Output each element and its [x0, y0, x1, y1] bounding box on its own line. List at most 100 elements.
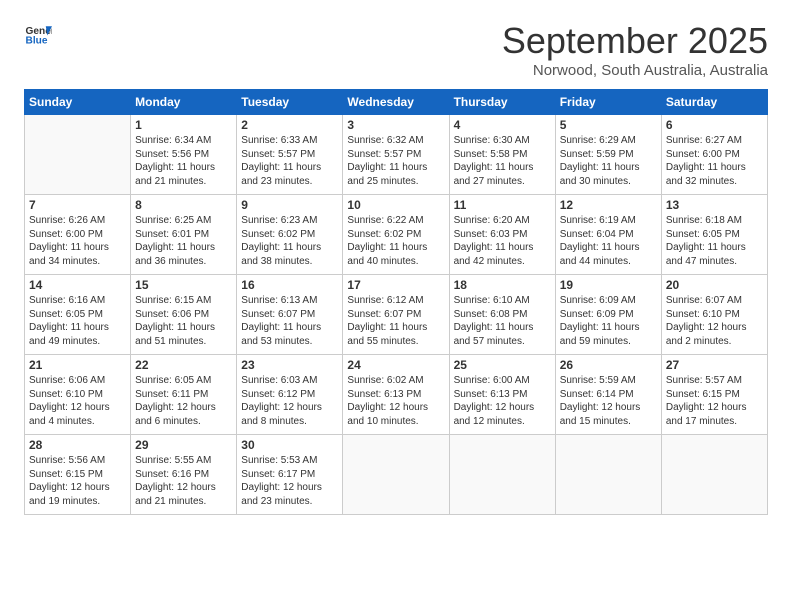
day-info: Sunrise: 6:13 AM Sunset: 6:07 PM Dayligh…: [241, 294, 338, 348]
day-number: 20: [666, 278, 763, 292]
day-number: 2: [241, 118, 338, 132]
day-number: 23: [241, 358, 338, 372]
day-info: Sunrise: 6:32 AM Sunset: 5:57 PM Dayligh…: [347, 134, 444, 188]
weekday-header: Monday: [131, 90, 237, 115]
weekday-header: Friday: [555, 90, 661, 115]
day-number: 21: [29, 358, 126, 372]
calendar-cell: 20 Sunrise: 6:07 AM Sunset: 6:10 PM Dayli…: [661, 275, 767, 355]
day-info: Sunrise: 6:34 AM Sunset: 5:56 PM Dayligh…: [135, 134, 232, 188]
day-number: 1: [135, 118, 232, 132]
calendar-cell: [449, 435, 555, 515]
page-header: General Blue September 2025 Norwood, Sou…: [24, 20, 768, 79]
day-info: Sunrise: 5:59 AM Sunset: 6:14 PM Dayligh…: [560, 374, 657, 428]
day-info: Sunrise: 5:53 AM Sunset: 6:17 PM Dayligh…: [241, 454, 338, 508]
calendar-cell: 13 Sunrise: 6:18 AM Sunset: 6:05 PM Dayli…: [661, 195, 767, 275]
day-info: Sunrise: 6:06 AM Sunset: 6:10 PM Dayligh…: [29, 374, 126, 428]
day-number: 12: [560, 198, 657, 212]
logo: General Blue: [24, 20, 52, 48]
calendar-cell: 17 Sunrise: 6:12 AM Sunset: 6:07 PM Dayli…: [343, 275, 449, 355]
calendar-cell: [343, 435, 449, 515]
location: Norwood, South Australia, Australia: [502, 62, 768, 79]
calendar-week-row: 21 Sunrise: 6:06 AM Sunset: 6:10 PM Dayli…: [25, 355, 768, 435]
logo-icon: General Blue: [24, 20, 52, 48]
weekday-header: Tuesday: [237, 90, 343, 115]
day-info: Sunrise: 5:56 AM Sunset: 6:15 PM Dayligh…: [29, 454, 126, 508]
day-number: 29: [135, 438, 232, 452]
calendar-cell: 11 Sunrise: 6:20 AM Sunset: 6:03 PM Dayli…: [449, 195, 555, 275]
calendar-cell: 8 Sunrise: 6:25 AM Sunset: 6:01 PM Daylig…: [131, 195, 237, 275]
day-number: 3: [347, 118, 444, 132]
day-info: Sunrise: 6:03 AM Sunset: 6:12 PM Dayligh…: [241, 374, 338, 428]
calendar-cell: 6 Sunrise: 6:27 AM Sunset: 6:00 PM Daylig…: [661, 115, 767, 195]
day-info: Sunrise: 6:12 AM Sunset: 6:07 PM Dayligh…: [347, 294, 444, 348]
month-title: September 2025: [502, 20, 768, 62]
day-number: 27: [666, 358, 763, 372]
weekday-header: Saturday: [661, 90, 767, 115]
calendar-cell: 22 Sunrise: 6:05 AM Sunset: 6:11 PM Dayli…: [131, 355, 237, 435]
day-info: Sunrise: 6:22 AM Sunset: 6:02 PM Dayligh…: [347, 214, 444, 268]
day-info: Sunrise: 6:23 AM Sunset: 6:02 PM Dayligh…: [241, 214, 338, 268]
calendar-cell: 3 Sunrise: 6:32 AM Sunset: 5:57 PM Daylig…: [343, 115, 449, 195]
calendar-cell: 10 Sunrise: 6:22 AM Sunset: 6:02 PM Dayli…: [343, 195, 449, 275]
calendar-cell: 4 Sunrise: 6:30 AM Sunset: 5:58 PM Daylig…: [449, 115, 555, 195]
calendar-cell: 25Sunrise: 6:00 AM Sunset: 6:13 PM Dayli…: [449, 355, 555, 435]
calendar-cell: 21 Sunrise: 6:06 AM Sunset: 6:10 PM Dayli…: [25, 355, 131, 435]
day-number: 9: [241, 198, 338, 212]
calendar-cell: [661, 435, 767, 515]
day-number: 5: [560, 118, 657, 132]
day-number: 8: [135, 198, 232, 212]
day-number: 4: [454, 118, 551, 132]
day-number: 15: [135, 278, 232, 292]
calendar-cell: 28Sunrise: 5:56 AM Sunset: 6:15 PM Dayli…: [25, 435, 131, 515]
day-info: Sunrise: 6:09 AM Sunset: 6:09 PM Dayligh…: [560, 294, 657, 348]
calendar-week-row: 28Sunrise: 5:56 AM Sunset: 6:15 PM Dayli…: [25, 435, 768, 515]
day-info: Sunrise: 6:15 AM Sunset: 6:06 PM Dayligh…: [135, 294, 232, 348]
day-number: 7: [29, 198, 126, 212]
day-info: Sunrise: 6:27 AM Sunset: 6:00 PM Dayligh…: [666, 134, 763, 188]
day-number: 14: [29, 278, 126, 292]
day-number: 17: [347, 278, 444, 292]
day-info: Sunrise: 6:19 AM Sunset: 6:04 PM Dayligh…: [560, 214, 657, 268]
calendar-week-row: 7 Sunrise: 6:26 AM Sunset: 6:00 PM Daylig…: [25, 195, 768, 275]
day-number: 18: [454, 278, 551, 292]
day-info: Sunrise: 6:26 AM Sunset: 6:00 PM Dayligh…: [29, 214, 126, 268]
calendar-cell: [25, 115, 131, 195]
day-number: 25: [454, 358, 551, 372]
calendar-cell: 16 Sunrise: 6:13 AM Sunset: 6:07 PM Dayli…: [237, 275, 343, 355]
day-number: 13: [666, 198, 763, 212]
day-info: Sunrise: 6:10 AM Sunset: 6:08 PM Dayligh…: [454, 294, 551, 348]
calendar-cell: 9 Sunrise: 6:23 AM Sunset: 6:02 PM Daylig…: [237, 195, 343, 275]
day-number: 26: [560, 358, 657, 372]
title-block: September 2025 Norwood, South Australia,…: [502, 20, 768, 79]
calendar-cell: 26 Sunrise: 5:59 AM Sunset: 6:14 PM Dayli…: [555, 355, 661, 435]
day-number: 16: [241, 278, 338, 292]
day-number: 22: [135, 358, 232, 372]
day-number: 19: [560, 278, 657, 292]
day-info: Sunrise: 6:30 AM Sunset: 5:58 PM Dayligh…: [454, 134, 551, 188]
day-info: Sunrise: 6:16 AM Sunset: 6:05 PM Dayligh…: [29, 294, 126, 348]
calendar-cell: 29Sunrise: 5:55 AM Sunset: 6:16 PM Dayli…: [131, 435, 237, 515]
calendar-cell: 2Sunrise: 6:33 AM Sunset: 5:57 PM Daylig…: [237, 115, 343, 195]
day-info: Sunrise: 6:02 AM Sunset: 6:13 PM Dayligh…: [347, 374, 444, 428]
day-number: 30: [241, 438, 338, 452]
day-number: 6: [666, 118, 763, 132]
day-info: Sunrise: 6:05 AM Sunset: 6:11 PM Dayligh…: [135, 374, 232, 428]
day-info: Sunrise: 6:18 AM Sunset: 6:05 PM Dayligh…: [666, 214, 763, 268]
day-info: Sunrise: 6:07 AM Sunset: 6:10 PM Dayligh…: [666, 294, 763, 348]
calendar-cell: 1 Sunrise: 6:34 AM Sunset: 5:56 PM Daylig…: [131, 115, 237, 195]
weekday-header-row: SundayMondayTuesdayWednesdayThursdayFrid…: [25, 90, 768, 115]
calendar-cell: 5 Sunrise: 6:29 AM Sunset: 5:59 PM Daylig…: [555, 115, 661, 195]
day-number: 11: [454, 198, 551, 212]
calendar-cell: 24 Sunrise: 6:02 AM Sunset: 6:13 PM Dayli…: [343, 355, 449, 435]
day-info: Sunrise: 5:57 AM Sunset: 6:15 PM Dayligh…: [666, 374, 763, 428]
weekday-header: Sunday: [25, 90, 131, 115]
calendar-cell: 7 Sunrise: 6:26 AM Sunset: 6:00 PM Daylig…: [25, 195, 131, 275]
calendar-week-row: 14 Sunrise: 6:16 AM Sunset: 6:05 PM Dayli…: [25, 275, 768, 355]
day-number: 24: [347, 358, 444, 372]
calendar-cell: 23 Sunrise: 6:03 AM Sunset: 6:12 PM Dayli…: [237, 355, 343, 435]
day-info: Sunrise: 6:20 AM Sunset: 6:03 PM Dayligh…: [454, 214, 551, 268]
day-info: Sunrise: 6:25 AM Sunset: 6:01 PM Dayligh…: [135, 214, 232, 268]
day-number: 10: [347, 198, 444, 212]
day-info: Sunrise: 6:29 AM Sunset: 5:59 PM Dayligh…: [560, 134, 657, 188]
weekday-header: Thursday: [449, 90, 555, 115]
